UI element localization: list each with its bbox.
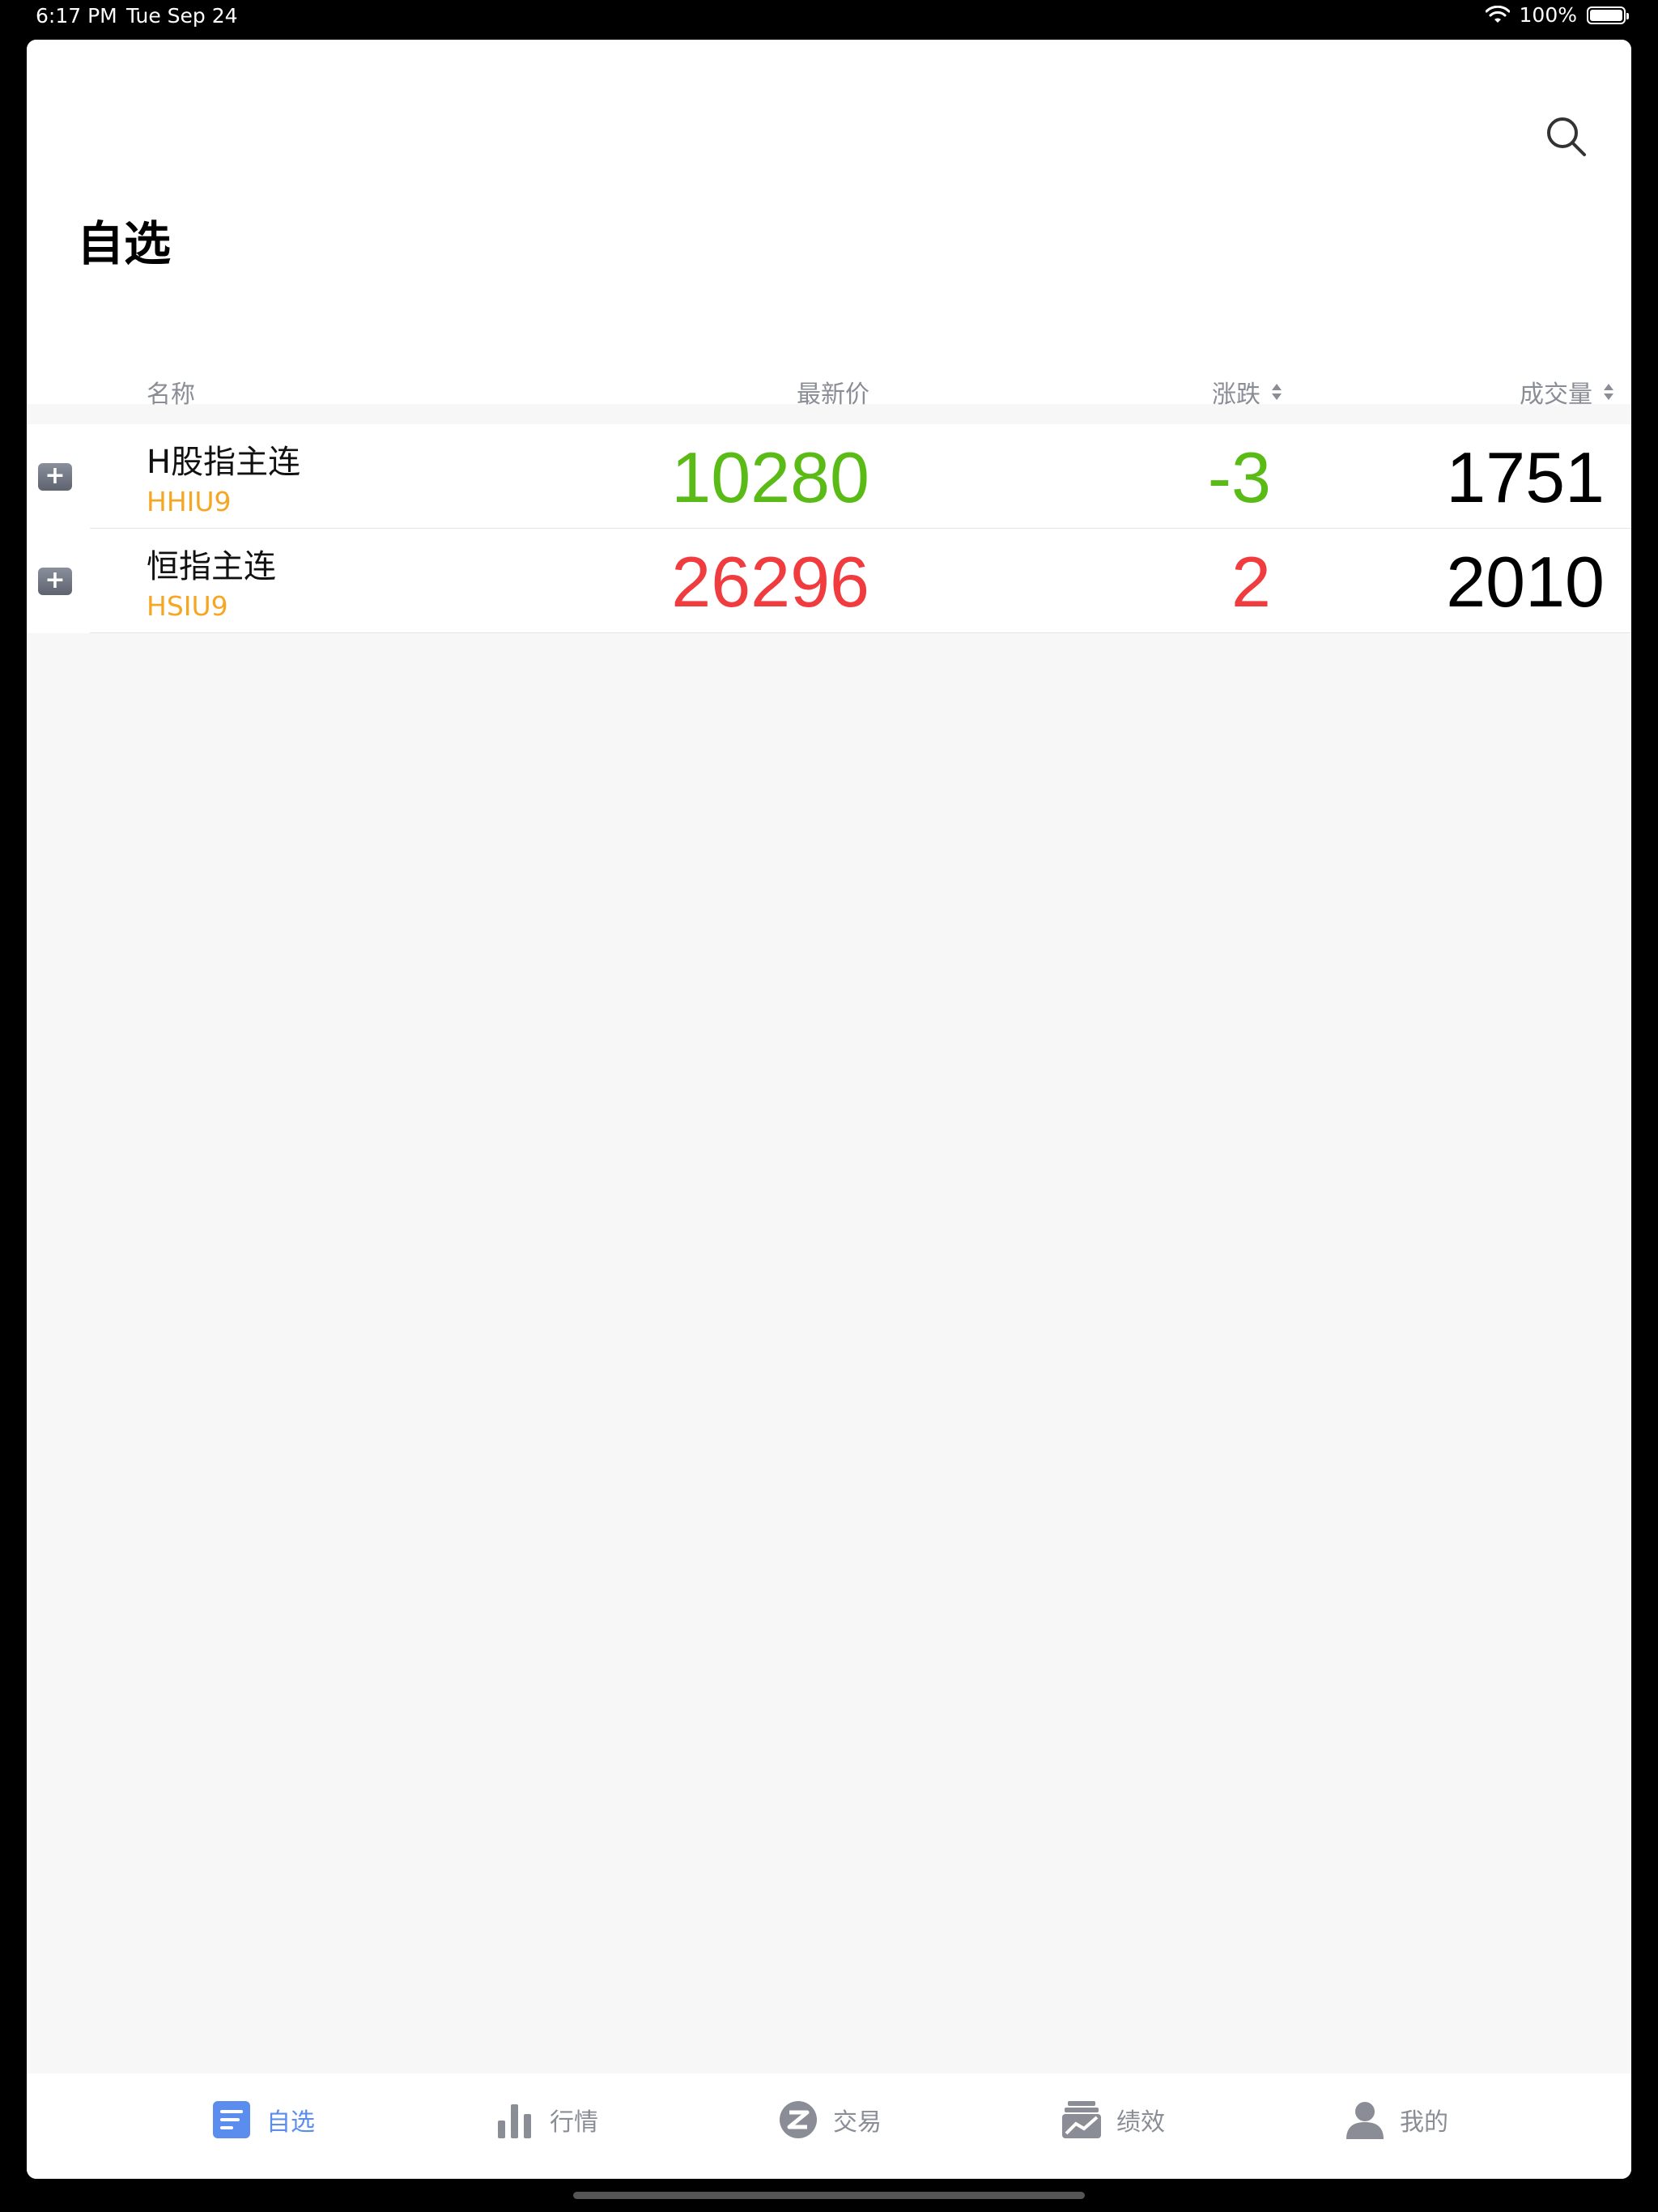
table-row[interactable]: + 恒指主连 HSIU9 26296 2 2010 — [27, 529, 1631, 633]
tab-bar: 自选 行情 交易 绩效 我的 — [27, 2074, 1631, 2179]
bar-chart-icon — [498, 2104, 531, 2138]
instrument-name: 恒指主连 — [147, 548, 276, 585]
tab-label: 绩效 — [1116, 2108, 1165, 2137]
search-icon[interactable] — [1542, 113, 1591, 161]
volume: 2010 — [1446, 542, 1605, 622]
sort-icon — [1272, 384, 1282, 400]
column-header-price-label: 最新价 — [797, 381, 869, 409]
tab-performance[interactable]: 绩效 — [1061, 2099, 1165, 2140]
profile-icon — [1346, 2102, 1384, 2139]
price-change: 2 — [1231, 542, 1271, 622]
watchlist-icon — [213, 2101, 250, 2138]
add-icon[interactable]: + — [38, 567, 72, 595]
tab-watchlist[interactable]: 自选 — [211, 2099, 315, 2140]
tab-label: 我的 — [1400, 2108, 1448, 2137]
tab-profile[interactable]: 我的 — [1345, 2099, 1448, 2140]
status-time: 6:17 PM — [36, 4, 117, 28]
price-change: -3 — [1207, 437, 1271, 517]
wifi-icon — [1485, 5, 1510, 23]
column-header-name-label: 名称 — [147, 381, 195, 409]
instrument-name: H股指主连 — [147, 444, 301, 481]
column-header-name: 名称 — [147, 374, 195, 410]
volume: 1751 — [1446, 437, 1605, 517]
table-row[interactable]: + H股指主连 HHIU9 10280 -3 1751 — [27, 424, 1631, 529]
status-date: Tue Sep 24 — [126, 4, 238, 28]
sort-icon — [1604, 384, 1613, 400]
home-indicator[interactable] — [573, 2192, 1085, 2199]
header: 自选 名称 最新价 涨跌 成交量 — [27, 40, 1631, 409]
watchlist: + H股指主连 HHIU9 10280 -3 1751 + 恒指主连 HSIU9… — [27, 424, 1631, 633]
last-price: 26296 — [671, 542, 869, 622]
battery-icon — [1587, 6, 1629, 24]
instrument-code: HHIU9 — [147, 486, 232, 517]
column-header-price: 最新价 — [797, 374, 869, 410]
column-header-change-label: 涨跌 — [1212, 381, 1261, 409]
column-header-volume-label: 成交量 — [1520, 381, 1592, 409]
last-price: 10280 — [671, 437, 869, 517]
tab-market[interactable]: 行情 — [495, 2099, 598, 2140]
tab-label: 交易 — [833, 2108, 882, 2137]
tab-trade[interactable]: 交易 — [778, 2099, 882, 2140]
trade-icon — [780, 2101, 817, 2138]
performance-icon — [1062, 2101, 1101, 2138]
page-title: 自选 — [77, 216, 172, 271]
tab-label: 行情 — [550, 2108, 598, 2137]
status-bar: 6:17 PM Tue Sep 24 100% — [0, 0, 1658, 39]
tab-label: 自选 — [266, 2108, 315, 2137]
instrument-code: HSIU9 — [147, 590, 228, 622]
main-sheet: 自选 名称 最新价 涨跌 成交量 + H股指主连 HHIU9 10280 -3 … — [27, 40, 1631, 2179]
battery-percent: 100% — [1519, 3, 1577, 27]
row-divider — [90, 632, 1631, 633]
column-header-volume[interactable]: 成交量 — [1520, 374, 1615, 410]
column-header-change[interactable]: 涨跌 — [1212, 374, 1283, 410]
add-icon[interactable]: + — [38, 462, 72, 491]
status-right: 100% — [1485, 3, 1629, 27]
